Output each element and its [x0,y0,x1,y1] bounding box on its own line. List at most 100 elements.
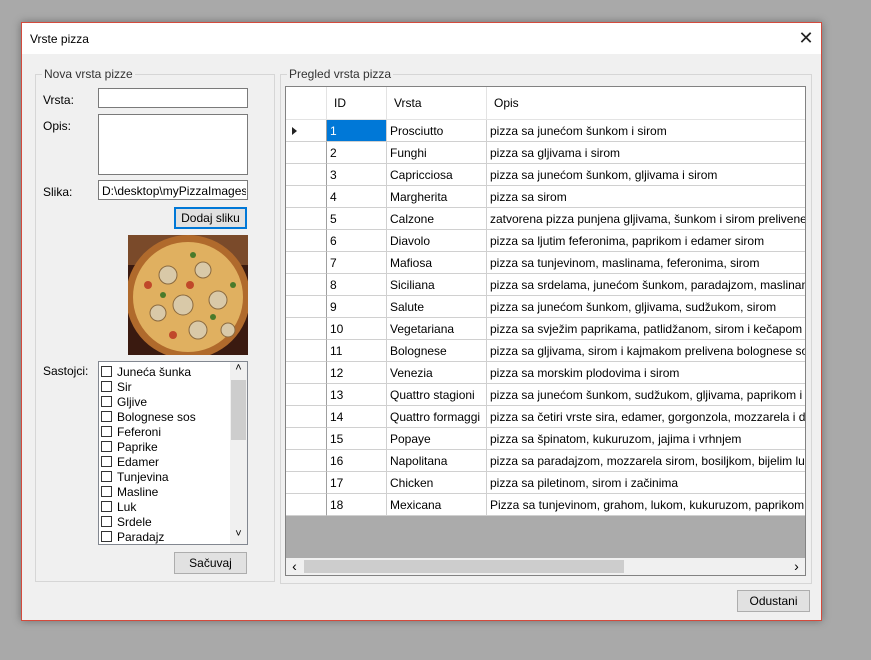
cell-id[interactable]: 12 [327,362,387,384]
cell-vrsta[interactable]: Salute [387,296,487,318]
ingredient-item[interactable]: Gljive [101,394,147,409]
ingredient-checkbox[interactable] [101,426,112,437]
ingredient-item[interactable]: Bolognese sos [101,409,196,424]
cell-opis[interactable]: pizza sa paradajzom, mozzarela sirom, bo… [487,450,805,472]
ingredient-item[interactable]: Juneća šunka [101,364,191,379]
table-row[interactable]: 10 Vegetariana pizza sa svježim paprikama,… [286,318,805,340]
ingredient-checkbox[interactable] [101,381,112,392]
table-row[interactable]: 17 Chicken pizza sa piletinom, sirom i zač… [286,472,805,494]
cell-id[interactable]: 9 [327,296,387,318]
cell-id[interactable]: 14 [327,406,387,428]
cell-vrsta[interactable]: Popaye [387,428,487,450]
cell-vrsta[interactable]: Diavolo [387,230,487,252]
table-row[interactable]: 14 Quattro formaggi pizza sa četiri vrste … [286,406,805,428]
cell-opis[interactable]: pizza sa morskim plodovima i sirom [487,362,805,384]
row-header[interactable] [286,164,327,186]
row-header[interactable] [286,230,327,252]
cell-vrsta[interactable]: Bolognese [387,340,487,362]
row-header[interactable] [286,142,327,164]
scroll-up-icon[interactable]: ˄ [230,362,247,378]
cell-vrsta[interactable]: Napolitana [387,450,487,472]
cell-opis[interactable]: pizza sa junećom šunkom, gljivama i siro… [487,164,805,186]
cell-opis[interactable]: pizza sa sirom [487,186,805,208]
row-header[interactable] [286,472,327,494]
ingredient-item[interactable]: Paprike [101,439,158,454]
scroll-down-icon[interactable]: ˅ [230,528,247,544]
cell-id[interactable]: 8 [327,274,387,296]
cell-vrsta[interactable]: Chicken [387,472,487,494]
table-row[interactable]: 16 Napolitana pizza sa paradajzom, mozzare… [286,450,805,472]
close-icon[interactable]: ✕ [791,23,821,54]
cell-vrsta[interactable]: Mafiosa [387,252,487,274]
row-header[interactable] [286,340,327,362]
cell-vrsta[interactable]: Mexicana [387,494,487,516]
cell-opis[interactable]: pizza sa junećom šunkom, sudžukom, gljiv… [487,384,805,406]
title-bar[interactable]: Vrste pizza ✕ [22,23,821,54]
table-row[interactable]: 7 Mafiosa pizza sa tunjevinom, maslinama, … [286,252,805,274]
table-row[interactable]: 8 Siciliana pizza sa srdelama, junećom šun… [286,274,805,296]
ingredient-item[interactable]: Paradajz [101,529,164,544]
grid-hscrollbar[interactable]: ‹ › [286,558,805,575]
ingredient-checkbox[interactable] [101,531,112,542]
ingredient-checkbox[interactable] [101,441,112,452]
row-header[interactable] [286,450,327,472]
table-row[interactable]: 13 Quattro stagioni pizza sa junećom šunko… [286,384,805,406]
cell-vrsta[interactable]: Margherita [387,186,487,208]
cell-id[interactable]: 16 [327,450,387,472]
opis-textarea[interactable] [98,114,248,175]
table-row[interactable]: 18 Mexicana Pizza sa tunjevinom, grahom, l… [286,494,805,516]
column-header-opis[interactable]: Opis [487,87,805,120]
cell-vrsta[interactable]: Capricciosa [387,164,487,186]
cell-id[interactable]: 7 [327,252,387,274]
cell-opis[interactable]: Pizza sa tunjevinom, grahom, lukom, kuku… [487,494,805,516]
cell-id[interactable]: 1 [327,120,387,142]
ingredient-checkbox[interactable] [101,366,112,377]
scroll-right-icon[interactable]: › [788,558,805,575]
cell-opis[interactable]: pizza sa gljivama, sirom i kajmakom prel… [487,340,805,362]
cell-opis[interactable]: pizza sa junećom šunkom i sirom [487,120,805,142]
row-header[interactable] [286,494,327,516]
cell-id[interactable]: 2 [327,142,387,164]
scroll-thumb[interactable] [231,380,246,440]
row-header[interactable] [286,208,327,230]
ingredient-item[interactable]: Luk [101,499,136,514]
ingredient-checkbox[interactable] [101,516,112,527]
ingredient-checkbox[interactable] [101,501,112,512]
cell-vrsta[interactable]: Funghi [387,142,487,164]
row-header[interactable] [286,252,327,274]
vrsta-input[interactable] [98,88,248,108]
cell-vrsta[interactable]: Quattro stagioni [387,384,487,406]
table-row[interactable]: 4 Margherita pizza sa sirom [286,186,805,208]
table-row[interactable]: 2 Funghi pizza sa gljivama i sirom [286,142,805,164]
ingredient-item[interactable]: Tunjevina [101,469,169,484]
table-row[interactable]: 15 Popaye pizza sa špinatom, kukuruzom, ja… [286,428,805,450]
ingredient-item[interactable]: Srdele [101,514,152,529]
cell-opis[interactable]: pizza sa piletinom, sirom i začinima [487,472,805,494]
ingredients-checklist[interactable]: Juneća šunka Sir Gljive Bolognese sos Fefero… [98,361,248,545]
cell-id[interactable]: 11 [327,340,387,362]
ingredients-scrollbar[interactable]: ˄ ˅ [230,362,247,544]
ingredient-item[interactable]: Sir [101,379,132,394]
cell-opis[interactable]: pizza sa junećom šunkom, gljivama, sudžu… [487,296,805,318]
cell-vrsta[interactable]: Calzone [387,208,487,230]
cell-opis[interactable]: zatvorena pizza punjena gljivama, šunkom… [487,208,805,230]
ingredient-checkbox[interactable] [101,411,112,422]
cell-id[interactable]: 18 [327,494,387,516]
row-header[interactable] [286,120,327,142]
cell-id[interactable]: 6 [327,230,387,252]
slika-path-input[interactable]: D:\desktop\myPizzaImages\bo [98,180,248,200]
ingredient-checkbox[interactable] [101,456,112,467]
table-row[interactable]: 6 Diavolo pizza sa ljutim feferonima, papr… [286,230,805,252]
cell-id[interactable]: 15 [327,428,387,450]
cancel-button[interactable]: Odustani [737,590,810,612]
cell-id[interactable]: 17 [327,472,387,494]
cell-id[interactable]: 10 [327,318,387,340]
save-button[interactable]: Sačuvaj [174,552,247,574]
row-header[interactable] [286,296,327,318]
row-header[interactable] [286,362,327,384]
table-row[interactable]: 1 Prosciutto pizza sa junećom šunkom i sir… [286,120,805,142]
cell-opis[interactable]: pizza sa svježim paprikama, patlidžanom,… [487,318,805,340]
cell-vrsta[interactable]: Siciliana [387,274,487,296]
column-header-id[interactable]: ID [327,87,387,120]
cell-vrsta[interactable]: Quattro formaggi [387,406,487,428]
